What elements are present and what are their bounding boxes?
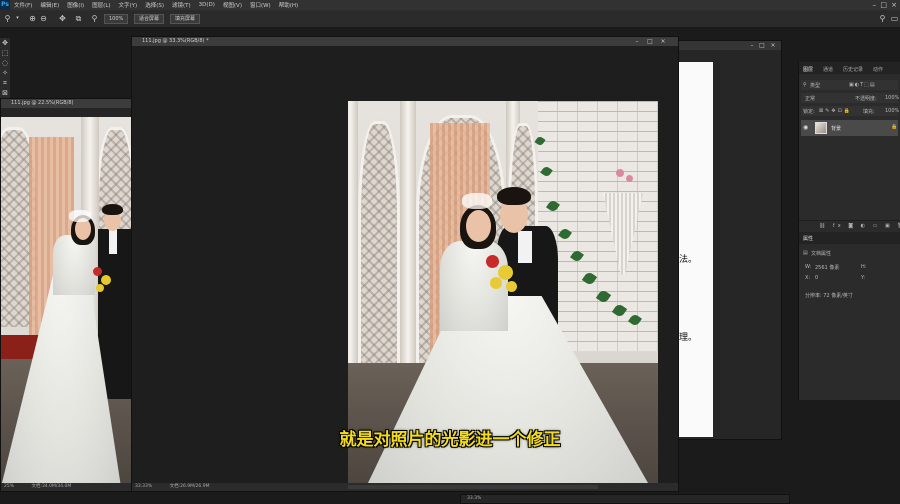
resolution-text: 分辨率: 72 像素/英寸 — [805, 293, 853, 299]
layers-footer-icons[interactable]: ⛓ fx ◙ ◐ ▭ ▣ 🗑 — [819, 223, 900, 229]
fill-screen-button[interactable]: 填充屏幕 — [170, 14, 201, 24]
main-document-zoom[interactable]: 33.33% — [135, 484, 152, 489]
tools-panel: ✥ ⬚ ◌ ✧ ⌗ ⊠ — [0, 38, 10, 102]
behind-document-page: 法。 理。 — [679, 62, 713, 437]
properties-section: 文档属性 — [811, 251, 832, 257]
lock-row: 锁定: ⊠✎✥⊡🔒 填充: 100% — [801, 106, 899, 116]
menu-bar: Ps 文件(F) 编辑(E) 图像(I) 图层(L) 文字(Y) 选择(S) 滤… — [0, 0, 900, 10]
main-maximize-icon[interactable]: □ — [645, 37, 655, 46]
tab-layers[interactable]: 图层 — [803, 66, 813, 73]
blend-row: 正常 不透明度: 100% — [801, 93, 899, 103]
zoom-all-windows-icon[interactable]: ⧉ — [74, 14, 83, 23]
left-document-titlebar[interactable]: 111.jpg @ 22.5%(RGB/8) — [1, 99, 131, 108]
visibility-eye-icon[interactable]: ◉ — [803, 124, 808, 131]
main-document-titlebar[interactable]: 111.jpg @ 33.3%(RGB/8) * — [132, 37, 678, 46]
left-document-zoom[interactable]: 25% — [4, 484, 14, 489]
layer-name[interactable]: 背景 — [831, 125, 841, 132]
left-wedding-photo — [1, 117, 131, 483]
behind-document-window[interactable]: – □ × 法。 理。 — [668, 40, 782, 440]
fill-label: 填充: — [863, 109, 875, 115]
properties-title[interactable]: 属性 — [803, 235, 813, 242]
blend-mode-select[interactable]: 正常 — [805, 95, 815, 102]
resize-windows-icon[interactable]: ✥ — [58, 14, 67, 23]
layers-footer: ⛓ fx ◙ ◐ ▭ ▣ 🗑 — [799, 220, 900, 230]
bottom-document-zoom[interactable]: 33.3% — [467, 496, 481, 501]
minimize-icon[interactable]: – — [873, 0, 877, 10]
magic-wand-tool-icon[interactable]: ✧ — [0, 68, 10, 78]
right-panel: 图层 通道 历史记录 动作 ⚲ 类型 ▣◐T⬚▤ 正常 不透明度: 100% 锁… — [798, 62, 900, 400]
zoom-out-icon[interactable]: ⊖ — [39, 14, 48, 23]
main-document-size: 文档:26.9M/26.9M — [169, 484, 210, 489]
menu-3d[interactable]: 3D(D) — [195, 2, 219, 8]
height-label: H: — [861, 264, 867, 270]
lock-label: 锁定: — [803, 109, 815, 115]
menu-image[interactable]: 图像(I) — [63, 1, 88, 9]
options-bar: ⚲ ▾ ⊕ ⊖ ✥ ⧉ ⚲ 100% 适合屏幕 填充屏幕 ⚲ ▭ — [0, 10, 900, 28]
main-horizontal-scrollbar[interactable] — [348, 485, 598, 489]
zoom-100-button[interactable]: 100% — [104, 14, 129, 24]
behind-text-snippet-1: 法。 — [679, 255, 698, 265]
layer-filter-row[interactable]: ⚲ 类型 ▣◐T⬚▤ — [801, 80, 898, 90]
menu-filter[interactable]: 滤镜(T) — [168, 1, 195, 9]
layer-row-background[interactable]: ◉ 背景 🔒 — [801, 120, 898, 136]
opacity-label: 不透明度: — [855, 96, 877, 102]
lasso-tool-icon[interactable]: ◌ — [0, 58, 10, 68]
layer-thumbnail — [815, 122, 827, 134]
menu-edit[interactable]: 编辑(E) — [36, 1, 63, 9]
crop-tool-icon[interactable]: ⌗ — [0, 78, 10, 88]
behind-close-icon[interactable]: × — [768, 41, 778, 50]
filter-search-icon: ⚲ — [803, 82, 807, 88]
menu-type[interactable]: 文字(Y) — [115, 1, 142, 9]
menu-select[interactable]: 选择(S) — [141, 1, 168, 9]
left-document-size: 文档:34.0M/34.0M — [31, 484, 72, 489]
behind-minimize-icon[interactable]: – — [747, 41, 757, 50]
zoom-in-icon[interactable]: ⊕ — [28, 14, 37, 23]
marquee-tool-icon[interactable]: ⬚ — [0, 48, 10, 58]
tab-history[interactable]: 历史记录 — [843, 66, 863, 73]
maximize-icon[interactable]: □ — [880, 0, 887, 10]
left-document-window[interactable]: 111.jpg @ 22.5%(RGB/8) 25% 文档:34.0M/34.0… — [0, 98, 132, 492]
tab-actions[interactable]: 动作 — [873, 66, 883, 73]
close-icon[interactable]: × — [891, 0, 897, 10]
opacity-value[interactable]: 100% — [885, 95, 899, 101]
search-icon[interactable]: ⚲ — [878, 14, 887, 23]
x-label: X: — [805, 275, 811, 281]
menu-window[interactable]: 窗口(W) — [246, 1, 275, 9]
tab-channels[interactable]: 通道 — [823, 66, 833, 73]
document-icon: ▤ — [803, 250, 808, 256]
main-minimize-icon[interactable]: – — [632, 37, 642, 46]
menu-file[interactable]: 文件(F) — [10, 1, 36, 9]
main-close-icon[interactable]: × — [658, 37, 668, 46]
filter-kind-select[interactable]: 类型 — [810, 82, 820, 89]
y-label: Y: — [861, 275, 866, 281]
zoom-tool-icon[interactable]: ⚲ — [3, 14, 12, 23]
photoshop-logo: Ps — [0, 0, 10, 10]
left-document-statusbar: 25% 文档:34.0M/34.0M — [1, 483, 131, 491]
properties-header: 属性 — [799, 232, 900, 244]
fill-value[interactable]: 100% — [885, 108, 899, 114]
x-value[interactable]: 0 — [815, 275, 818, 281]
video-subtitle: 就是对照片的光影进一个修正 — [339, 430, 561, 450]
frame-tool-icon[interactable]: ⊠ — [0, 88, 10, 98]
width-value[interactable]: 2561 像素 — [815, 264, 839, 271]
main-document-window[interactable]: 111.jpg @ 33.3%(RGB/8) * – □ × 33.33% 文档… — [131, 36, 679, 492]
workspace-icon[interactable]: ▭ — [890, 14, 899, 23]
menu-view[interactable]: 视图(V) — [219, 1, 246, 9]
bottom-document-window[interactable]: 33.3% — [460, 494, 790, 504]
left-document-title: 111.jpg @ 22.5%(RGB/8) — [11, 100, 74, 106]
main-document-title: 111.jpg @ 33.3%(RGB/8) * — [142, 38, 209, 44]
fit-screen-button[interactable]: 适合屏幕 — [134, 14, 165, 24]
move-tool-icon[interactable]: ✥ — [0, 38, 10, 48]
behind-maximize-icon[interactable]: □ — [757, 41, 767, 50]
behind-text-snippet-2: 理。 — [679, 333, 698, 343]
lock-icons[interactable]: ⊠✎✥⊡🔒 — [819, 108, 852, 114]
menu-layer[interactable]: 图层(L) — [88, 1, 114, 9]
menu-help[interactable]: 帮助(H) — [275, 1, 302, 9]
width-label: W: — [805, 264, 812, 270]
layer-lock-icon: 🔒 — [891, 124, 898, 130]
filter-icons[interactable]: ▣◐T⬚▤ — [849, 82, 876, 88]
tool-preset-chevron-icon[interactable]: ▾ — [13, 14, 22, 23]
scrubby-zoom-icon[interactable]: ⚲ — [90, 14, 99, 23]
